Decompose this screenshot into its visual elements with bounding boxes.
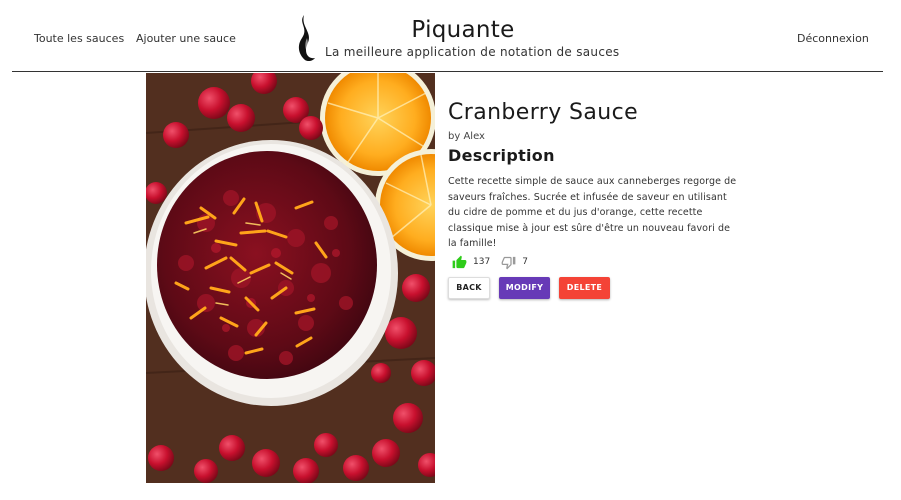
app-subtitle: La meilleure application de notation de … xyxy=(325,45,620,59)
description-heading: Description xyxy=(448,146,555,165)
modify-button[interactable]: MODIFY xyxy=(499,277,550,299)
dislikes-count: 7 xyxy=(522,257,528,267)
header-divider xyxy=(12,71,883,72)
nav-all-sauces-link[interactable]: Toute les sauces xyxy=(34,32,124,45)
app-header: Toute les sauces Ajouter une sauce Piqua… xyxy=(0,0,901,73)
sauce-image xyxy=(146,73,435,483)
votes: 137 7 xyxy=(452,253,528,271)
back-button[interactable]: BACK xyxy=(448,277,490,299)
likes-count: 137 xyxy=(473,257,491,267)
thumbs-up-icon[interactable] xyxy=(452,255,467,270)
thumbs-down-icon[interactable] xyxy=(501,255,516,270)
nav-add-sauce-link[interactable]: Ajouter une sauce xyxy=(136,32,236,45)
flame-icon xyxy=(296,14,316,62)
sauce-author: by Alex xyxy=(448,131,485,142)
sauce-description: Cette recette simple de sauce aux canneb… xyxy=(448,176,737,249)
sauce-details: Cranberry Sauce by Alex Description Cett… xyxy=(448,98,748,252)
logout-link[interactable]: Déconnexion xyxy=(797,32,869,45)
app-title: Piquante xyxy=(411,17,515,43)
sauce-name: Cranberry Sauce xyxy=(448,100,639,125)
delete-button[interactable]: DELETE xyxy=(559,277,610,299)
